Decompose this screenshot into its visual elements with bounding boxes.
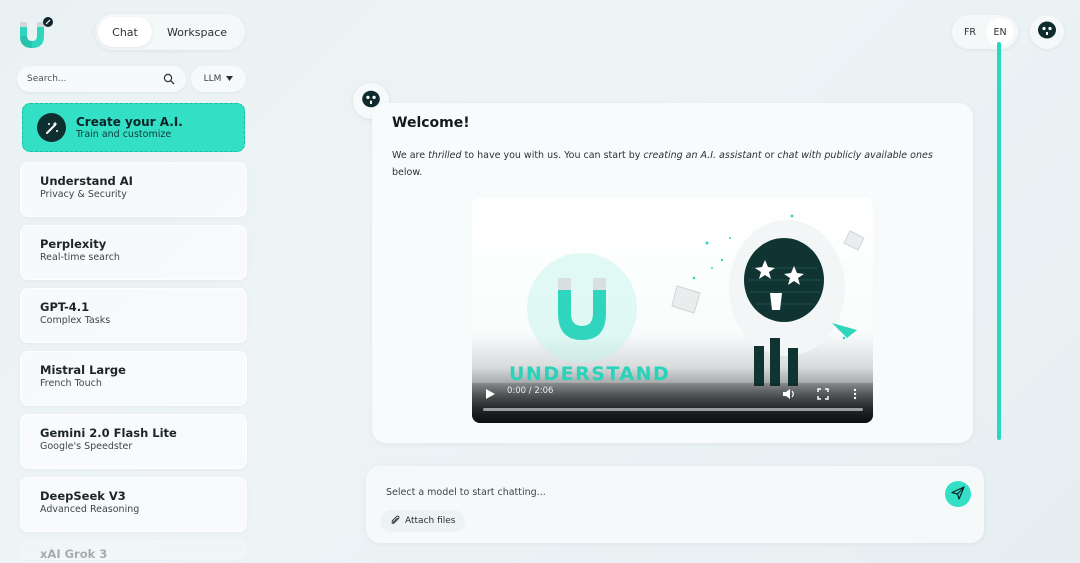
send-button[interactable] [945,481,971,507]
video-wordmark: UNDERSTAND [509,363,671,385]
video-seek-bar[interactable] [483,408,863,411]
model-card-perplexity[interactable]: Perplexity Real-time search [20,225,247,280]
create-assistant-link[interactable]: creating an A.I. assistant [643,150,761,161]
model-desc: French Touch [40,378,102,389]
model-card-gemini-flash-lite[interactable]: Gemini 2.0 Flash Lite Google's Speedster [20,414,247,469]
user-avatar[interactable] [1030,15,1064,49]
paperclip-icon [390,515,400,528]
message-composer: Attach files [366,466,984,543]
more-options-icon[interactable] [852,385,858,400]
model-name: GPT-4.1 [40,300,90,314]
model-card-deepseek-v3[interactable]: DeepSeek V3 Advanced Reasoning [20,477,247,532]
attach-files-label: Attach files [405,516,456,526]
language-switch: FR EN [952,15,1018,49]
intro-video[interactable]: UNDERSTAND 0:00 / 2:06 [472,198,873,423]
model-name: DeepSeek V3 [40,489,126,503]
model-name: xAI Grok 3 [40,547,108,560]
model-name: Gemini 2.0 Flash Lite [40,426,177,440]
lang-fr[interactable]: FR [956,18,984,46]
welcome-message: Welcome! We are thrilled to have you wit… [372,103,973,443]
play-icon[interactable] [484,385,496,399]
model-name: Understand AI [40,174,133,188]
model-desc: Real-time search [40,252,120,263]
mode-switch: Chat Workspace [95,14,245,50]
app-logo[interactable] [16,14,56,54]
model-card-mistral-large[interactable]: Mistral Large French Touch [20,351,247,406]
search-icon[interactable] [162,72,176,86]
model-desc: Privacy & Security [40,189,127,200]
model-name: Perplexity [40,237,107,251]
model-list: Understand AI Privacy & Security Perplex… [20,162,247,563]
fullscreen-icon[interactable] [817,385,829,400]
model-desc: Advanced Reasoning [40,504,140,515]
model-card-understand-ai[interactable]: Understand AI Privacy & Security [20,162,247,217]
welcome-title: Welcome! [392,115,470,131]
volume-icon[interactable] [782,385,796,399]
create-ai-title: Create your A.I. [76,114,183,129]
llm-filter-dropdown[interactable]: LLM [191,66,246,92]
model-name: Mistral Large [40,363,126,377]
magic-wand-icon [37,113,66,142]
model-desc: Google's Speedster [40,441,133,452]
scrollbar[interactable] [997,42,1001,440]
send-icon [951,485,965,504]
video-time: 0:00 / 2:06 [507,386,554,396]
create-ai-subtitle: Train and customize [76,128,172,140]
model-desc: Complex Tasks [40,315,111,326]
message-input[interactable] [386,484,926,500]
attach-files-button[interactable]: Attach files [380,510,466,532]
welcome-text: We are thrilled to have you with us. You… [392,150,933,178]
tab-workspace[interactable]: Workspace [152,17,242,47]
model-card-xai-grok-3[interactable]: xAI Grok 3 [20,540,247,560]
create-ai-button[interactable]: Create your A.I. Train and customize [22,103,245,152]
search-input[interactable] [27,74,162,84]
llm-filter-label: LLM [203,74,222,84]
robot-face-icon [1037,20,1057,44]
caret-down-icon [226,74,234,84]
model-card-gpt-4-1[interactable]: GPT-4.1 Complex Tasks [20,288,247,343]
tab-chat[interactable]: Chat [98,17,152,47]
public-assistants-link[interactable]: chat with publicly available ones [777,150,932,161]
search-box [17,66,186,92]
